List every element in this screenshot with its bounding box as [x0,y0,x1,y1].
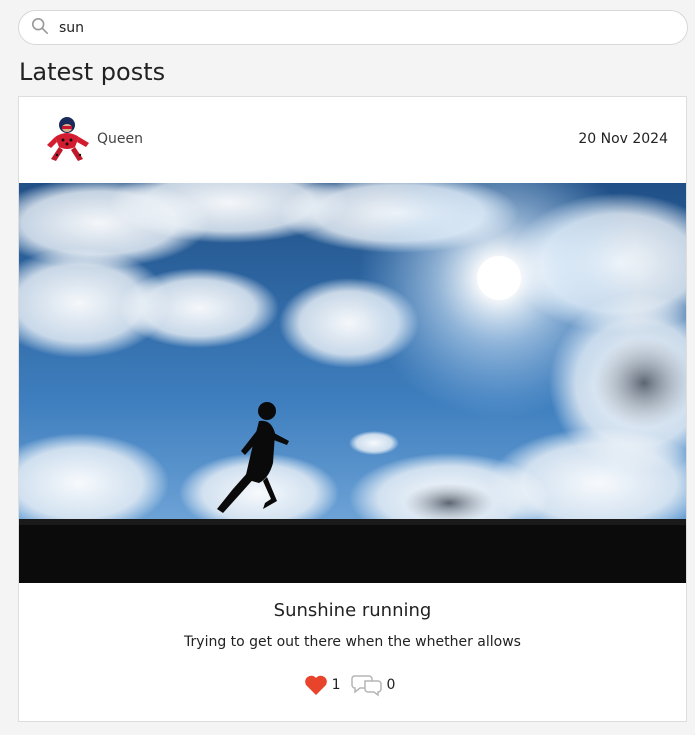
search-input[interactable] [57,18,675,37]
avatar[interactable] [45,115,91,165]
search-bar[interactable] [18,10,688,45]
search-box[interactable] [18,10,688,45]
author-name[interactable]: Queen [97,131,143,147]
comment-icon[interactable] [350,673,383,697]
post-header: Queen 20 Nov 2024 [19,97,686,183]
post-description: Trying to get out there when the whether… [184,634,521,650]
post-title[interactable]: Sunshine running [19,600,686,621]
post-reactions: 1 0 [19,673,686,697]
comment-count: 0 [386,677,396,693]
heart-icon[interactable] [304,674,328,696]
page-title: Latest posts [19,58,166,86]
like-count: 1 [331,677,341,693]
post-card[interactable]: Queen 20 Nov 2024 Sunshine running Tryin… [18,96,687,722]
post-image[interactable] [19,183,686,583]
search-icon [31,17,57,39]
post-date: 20 Nov 2024 [578,131,668,147]
